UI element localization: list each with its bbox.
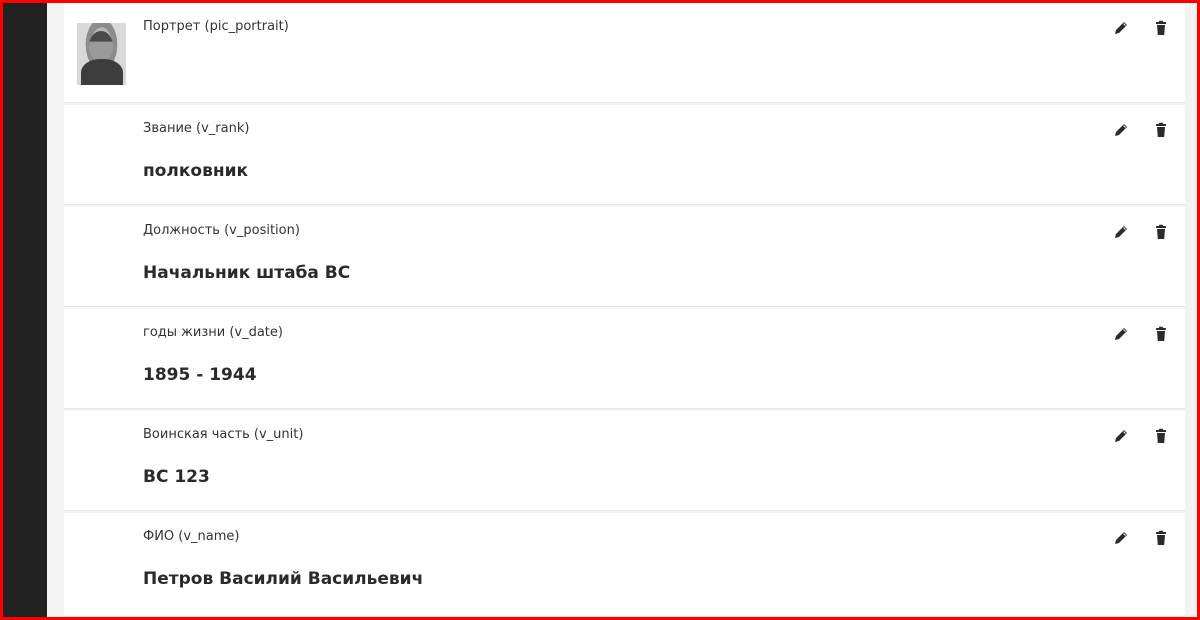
field-row-name: ФИО (v_name) Петров Василий Васильевич [64,513,1185,617]
trash-icon[interactable] [1153,530,1171,548]
field-label: Должность (v_position) [143,223,300,238]
left-sidebar [3,3,47,617]
field-label: годы жизни (v_date) [143,325,283,340]
trash-icon[interactable] [1153,428,1171,446]
trash-icon[interactable] [1153,224,1171,242]
row-actions [1113,530,1169,550]
pencil-icon[interactable] [1113,326,1131,344]
field-value: Петров Василий Васильевич [143,569,424,589]
field-label: Портрет (pic_portrait) [143,19,289,34]
pencil-icon[interactable] [1113,122,1131,140]
trash-icon[interactable] [1153,20,1171,38]
portrait-image [77,23,126,85]
field-row-portrait: Портрет (pic_portrait) [64,3,1185,103]
portrait-body-shape [81,59,123,85]
field-value: полковник [143,161,249,181]
pencil-icon[interactable] [1113,530,1131,548]
app-frame: Портрет (pic_portrait) Звание (v_rank) п… [0,0,1200,620]
field-list: Портрет (pic_portrait) Звание (v_rank) п… [64,3,1185,617]
field-row-position: Должность (v_position) Начальник штаба В… [64,207,1185,307]
row-actions [1113,122,1169,142]
field-label: Звание (v_rank) [143,121,250,136]
field-row-unit: Воинская часть (v_unit) ВС 123 [64,411,1185,511]
field-row-date: годы жизни (v_date) 1895 - 1944 [64,309,1185,409]
field-label: ФИО (v_name) [143,529,240,544]
pencil-icon[interactable] [1113,428,1131,446]
trash-icon[interactable] [1153,326,1171,344]
field-value: ВС 123 [143,467,210,487]
portrait-head-shape [89,31,113,61]
field-value: Начальник штаба ВС [143,263,351,283]
field-row-rank: Звание (v_rank) полковник [64,105,1185,205]
row-actions [1113,20,1169,40]
pencil-icon[interactable] [1113,20,1131,38]
field-value: 1895 - 1944 [143,365,257,385]
pencil-icon[interactable] [1113,224,1131,242]
row-actions [1113,326,1169,346]
trash-icon[interactable] [1153,122,1171,140]
row-actions [1113,428,1169,448]
field-label: Воинская часть (v_unit) [143,427,304,442]
row-actions [1113,224,1169,244]
